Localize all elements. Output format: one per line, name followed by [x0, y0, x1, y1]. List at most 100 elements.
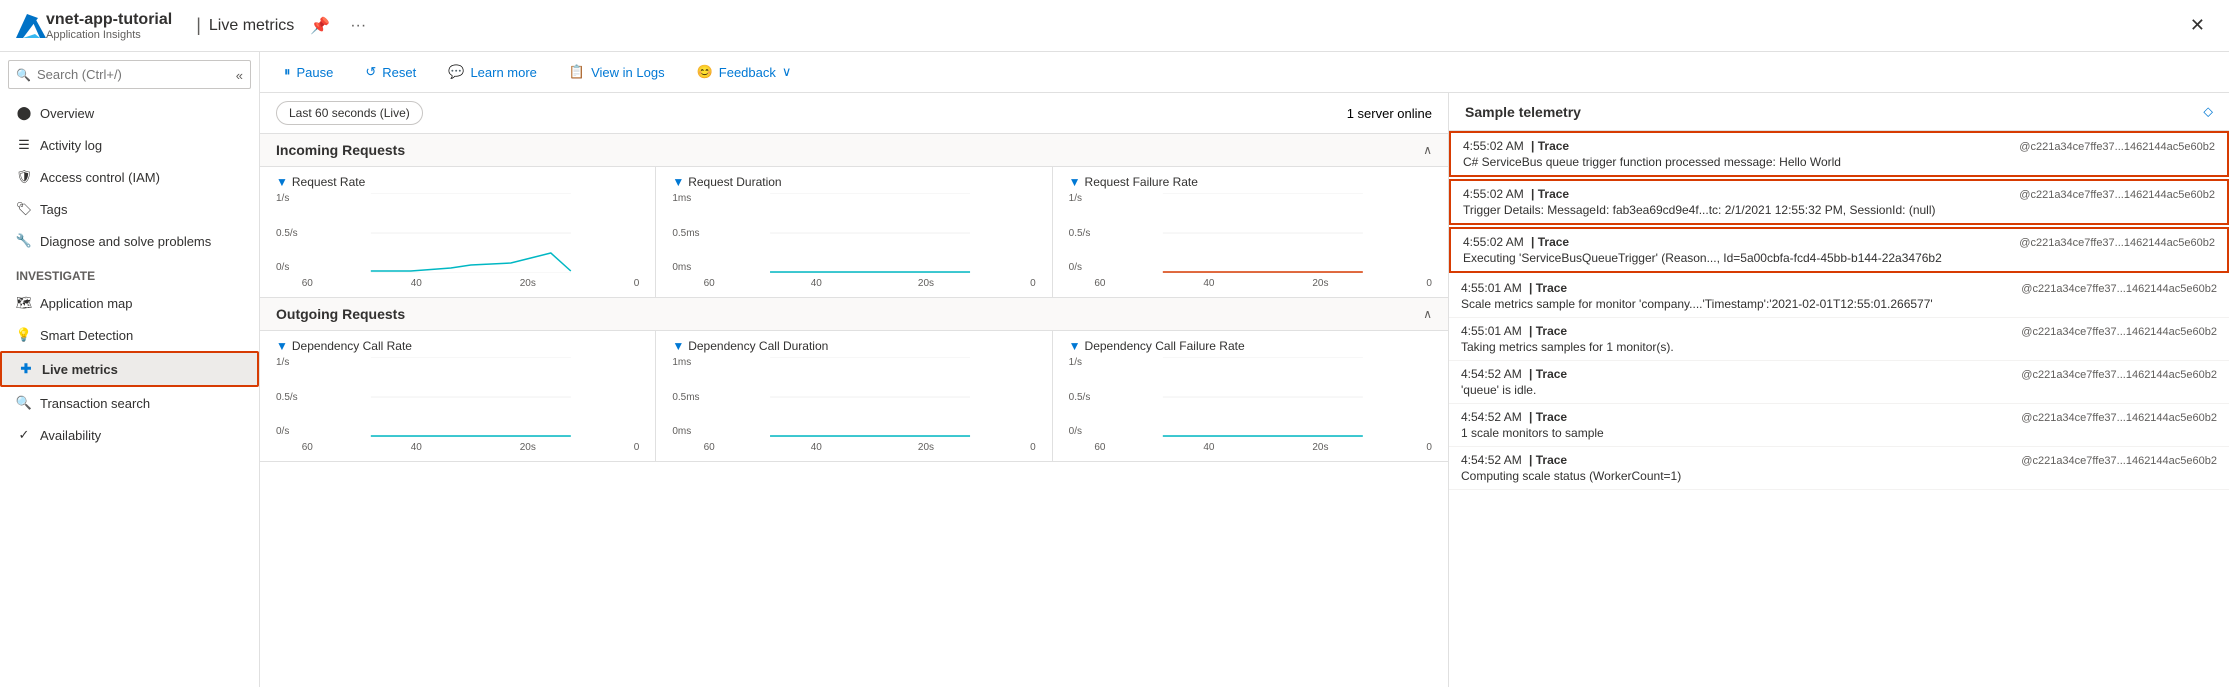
telemetry-message: Computing scale status (WorkerCount=1): [1461, 469, 2217, 483]
sidebar-item-diagnose[interactable]: 🔧 Diagnose and solve problems: [0, 225, 259, 257]
request-failure-filter-icon: ▼: [1069, 175, 1081, 189]
outgoing-charts-row: ▼ Dependency Call Rate 1/s 0.5/s 0/s: [260, 331, 1448, 462]
telemetry-id: @c221a34ce7ffe37...1462144ac5e60b2: [2021, 283, 2217, 295]
view-in-logs-label: View in Logs: [591, 65, 664, 80]
header-divider: |: [196, 15, 201, 36]
telemetry-message: Executing 'ServiceBusQueueTrigger' (Reas…: [1463, 251, 2215, 265]
dep-call-failure-y-labels: 1/s 0.5/s 0/s: [1069, 357, 1091, 437]
dep-call-duration-chart-content: 1ms 0.5ms 0ms: [672, 357, 1035, 453]
sidebar-item-tags-label: Tags: [40, 202, 67, 217]
learn-more-icon: 💬: [448, 64, 464, 80]
server-online-label: 1 server online: [1347, 106, 1432, 121]
collapse-sidebar-button[interactable]: «: [228, 60, 251, 91]
request-duration-filter-icon: ▼: [672, 175, 684, 189]
request-rate-x-axis: 604020s0: [302, 278, 640, 289]
telemetry-message: Scale metrics sample for monitor 'compan…: [1461, 297, 2217, 311]
sidebar-item-overview[interactable]: ⬤ Overview: [0, 97, 259, 129]
telemetry-time: 4:55:02 AM: [1463, 139, 1524, 153]
telemetry-time: 4:55:01 AM: [1461, 281, 1522, 295]
sidebar-item-smart-detection-label: Smart Detection: [40, 328, 133, 343]
sidebar-item-live-metrics[interactable]: ✚ Live metrics: [0, 351, 259, 387]
feedback-button[interactable]: 😊 Feedback ∨: [689, 60, 800, 84]
telemetry-time: 4:54:52 AM: [1461, 453, 1522, 467]
telemetry-item[interactable]: 4:54:52 AM | Trace @c221a34ce7ffe37...14…: [1449, 447, 2229, 490]
request-failure-x-axis: 604020s0: [1094, 278, 1432, 289]
dependency-call-rate-label: ▼ Dependency Call Rate: [276, 339, 639, 353]
availability-icon: ✓: [16, 427, 32, 443]
telemetry-type-label: | Trace: [1528, 139, 1569, 153]
view-in-logs-button[interactable]: 📋 View in Logs: [561, 60, 673, 84]
view-in-logs-icon: 📋: [569, 64, 585, 80]
sidebar-item-application-map[interactable]: 🗺 Application map: [0, 287, 259, 319]
telemetry-item[interactable]: 4:55:02 AM | Trace @c221a34ce7ffe37...14…: [1449, 227, 2229, 273]
telemetry-message: C# ServiceBus queue trigger function pro…: [1463, 155, 2215, 169]
smart-detection-icon: 💡: [16, 327, 32, 343]
telemetry-id: @c221a34ce7ffe37...1462144ac5e60b2: [2021, 326, 2217, 338]
dep-call-duration-x-axis: 604020s0: [704, 442, 1036, 453]
diagnose-icon: 🔧: [16, 233, 32, 249]
app-container: vnet-app-tutorial Application Insights |…: [0, 0, 2229, 687]
telemetry-time: 4:54:52 AM: [1461, 367, 1522, 381]
telemetry-id: @c221a34ce7ffe37...1462144ac5e60b2: [2019, 189, 2215, 201]
request-failure-svg: [1094, 193, 1432, 273]
app-subtitle: Application Insights: [46, 29, 172, 41]
request-rate-svg: [302, 193, 640, 273]
sidebar-item-activity-log[interactable]: ☰ Activity log: [0, 129, 259, 161]
search-input[interactable]: [8, 60, 251, 89]
sidebar: 🔍 « ⬤ Overview ☰ Activity log 🛡 Access c…: [0, 52, 260, 687]
telemetry-id: @c221a34ce7ffe37...1462144ac5e60b2: [2021, 369, 2217, 381]
request-duration-chart: ▼ Request Duration 1ms 0.5ms 0ms: [656, 167, 1052, 297]
telemetry-item[interactable]: 4:55:02 AM | Trace @c221a34ce7ffe37...14…: [1449, 179, 2229, 225]
investigate-section-label: Investigate: [0, 257, 259, 287]
request-failure-rate-chart: ▼ Request Failure Rate 1/s 0.5/s 0/s: [1053, 167, 1448, 297]
telemetry-time: 4:54:52 AM: [1461, 410, 1522, 424]
pin-button[interactable]: 📌: [306, 12, 334, 40]
pause-button[interactable]: ⏸ Pause: [276, 60, 341, 84]
incoming-requests-section-header: Incoming Requests ∧: [260, 134, 1448, 167]
telemetry-item[interactable]: 4:55:01 AM | Trace @c221a34ce7ffe37...14…: [1449, 318, 2229, 361]
dep-call-duration-svg: [704, 357, 1036, 437]
sidebar-item-access-control-label: Access control (IAM): [40, 170, 160, 185]
request-duration-svg: [704, 193, 1036, 273]
sidebar-item-tags[interactable]: 🏷 Tags: [0, 193, 259, 225]
activity-log-icon: ☰: [16, 137, 32, 153]
sidebar-item-availability[interactable]: ✓ Availability: [0, 419, 259, 451]
sidebar-item-diagnose-label: Diagnose and solve problems: [40, 234, 211, 249]
telemetry-message: Taking metrics samples for 1 monitor(s).: [1461, 340, 2217, 354]
dependency-call-duration-label: ▼ Dependency Call Duration: [672, 339, 1035, 353]
telemetry-type-label: | Trace: [1526, 410, 1567, 424]
sidebar-item-transaction-search[interactable]: 🔍 Transaction search: [0, 387, 259, 419]
telemetry-item[interactable]: 4:55:01 AM | Trace @c221a34ce7ffe37...14…: [1449, 275, 2229, 318]
time-range-badge[interactable]: Last 60 seconds (Live): [276, 101, 423, 125]
reset-button[interactable]: ↺ Reset: [357, 60, 424, 84]
dep-call-failure-x-axis: 604020s0: [1094, 442, 1432, 453]
incoming-collapse-button[interactable]: ∧: [1423, 143, 1432, 157]
request-rate-chart-content: 1/s 0.5/s 0/s: [276, 193, 639, 289]
sidebar-item-overview-label: Overview: [40, 106, 94, 121]
sidebar-item-smart-detection[interactable]: 💡 Smart Detection: [0, 319, 259, 351]
close-button[interactable]: ✕: [2182, 11, 2213, 40]
dep-call-failure-chart-content: 1/s 0.5/s 0/s: [1069, 357, 1432, 453]
learn-more-button[interactable]: 💬 Learn more: [440, 60, 545, 84]
request-duration-label: ▼ Request Duration: [672, 175, 1035, 189]
telemetry-message: 'queue' is idle.: [1461, 383, 2217, 397]
more-options-button[interactable]: ···: [346, 13, 370, 39]
telemetry-type-label: | Trace: [1526, 453, 1567, 467]
telemetry-item[interactable]: 4:54:52 AM | Trace @c221a34ce7ffe37...14…: [1449, 404, 2229, 447]
metrics-panel: Last 60 seconds (Live) 1 server online I…: [260, 93, 1449, 687]
request-duration-y-labels: 1ms 0.5ms 0ms: [672, 193, 699, 273]
metrics-header: Last 60 seconds (Live) 1 server online: [260, 93, 1448, 134]
telemetry-panel: Sample telemetry ⬦ 4:55:02 AM | Trace @c…: [1449, 93, 2229, 687]
pause-icon: ⏸: [284, 64, 291, 80]
azure-logo-icon: [16, 12, 46, 40]
app-name: vnet-app-tutorial: [46, 11, 172, 29]
outgoing-collapse-button[interactable]: ∧: [1423, 307, 1432, 321]
dep-call-rate-chart-area: 604020s0: [302, 357, 640, 453]
dependency-call-rate-filter-icon: ▼: [276, 339, 288, 353]
telemetry-item[interactable]: 4:55:02 AM | Trace @c221a34ce7ffe37...14…: [1449, 131, 2229, 177]
telemetry-title: Sample telemetry: [1465, 104, 1581, 120]
telemetry-filter-icon[interactable]: ⬦: [2203, 103, 2213, 120]
dependency-call-rate-chart: ▼ Dependency Call Rate 1/s 0.5/s 0/s: [260, 331, 656, 461]
telemetry-item[interactable]: 4:54:52 AM | Trace @c221a34ce7ffe37...14…: [1449, 361, 2229, 404]
sidebar-item-access-control[interactable]: 🛡 Access control (IAM): [0, 161, 259, 193]
